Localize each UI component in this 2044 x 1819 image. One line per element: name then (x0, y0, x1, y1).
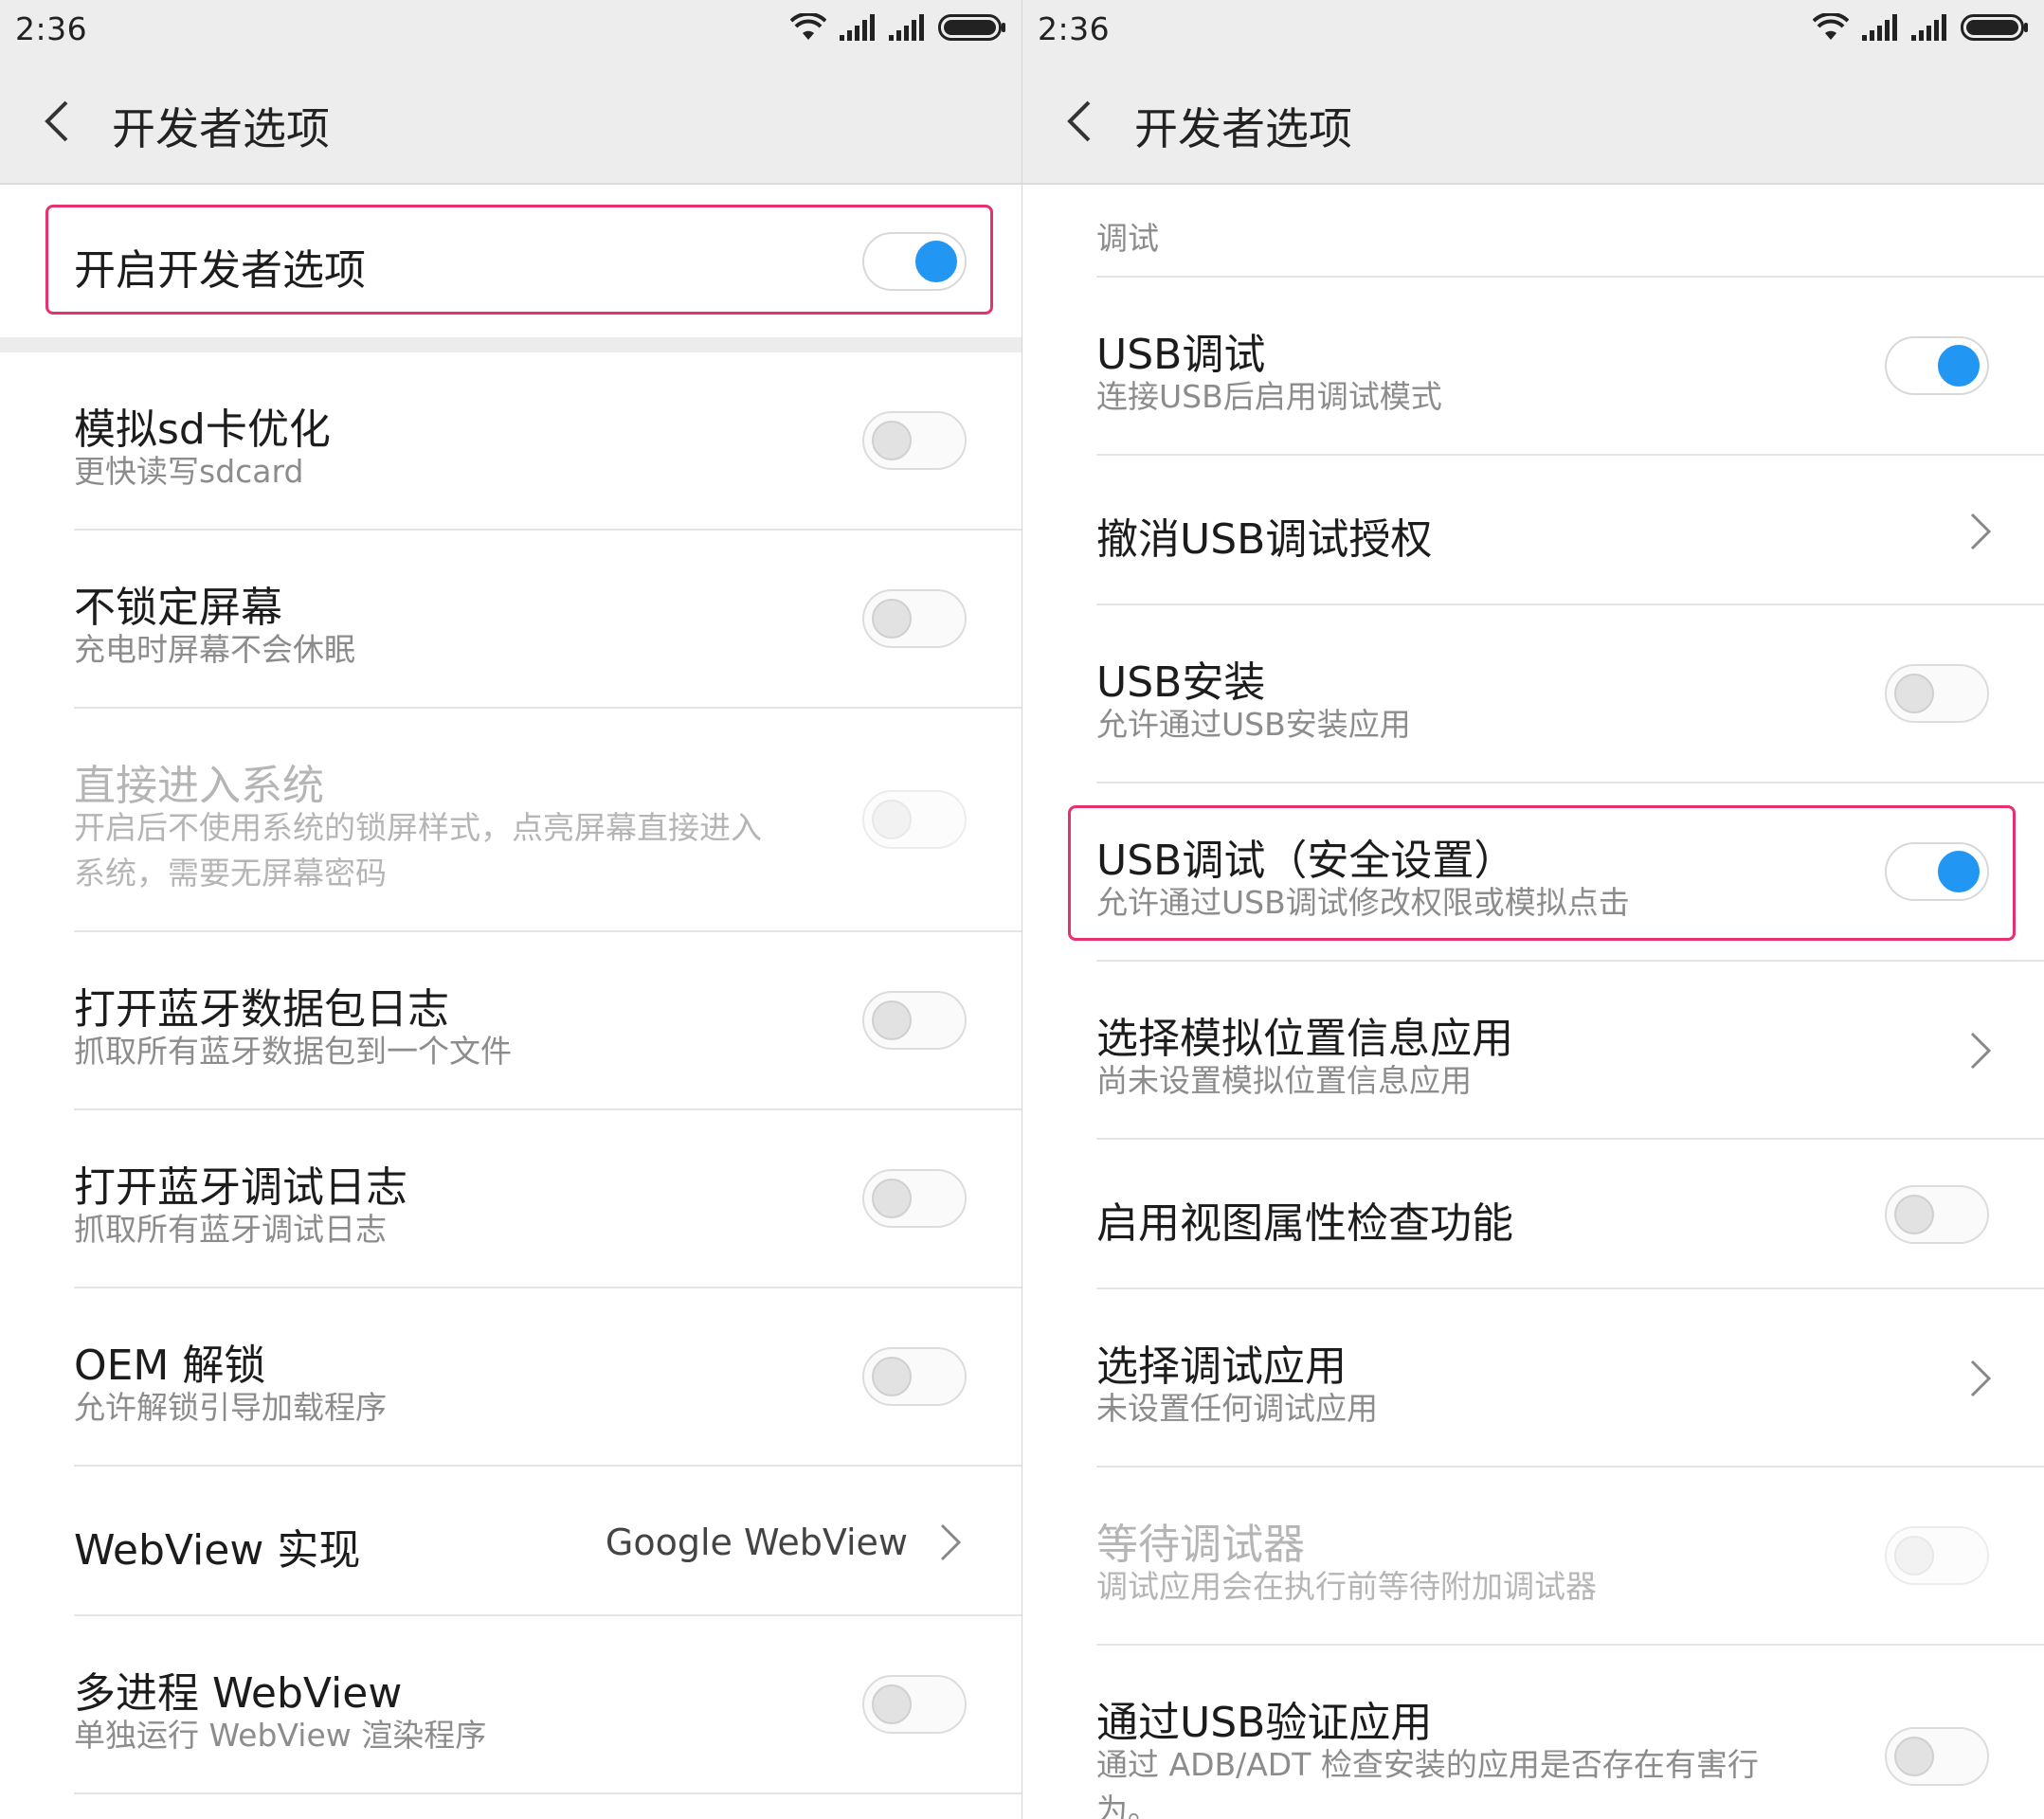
chevron-right-icon[interactable] (938, 1522, 965, 1563)
toggle-switch[interactable] (862, 1169, 967, 1228)
master-toggle-row[interactable]: 开启开发者选项 (0, 187, 1022, 338)
item-value: Google WebView (605, 1522, 908, 1563)
toggle-switch[interactable] (862, 991, 967, 1050)
item-title: 不锁定屏幕 (74, 584, 282, 632)
toggle-switch (862, 790, 967, 849)
list-item[interactable]: 不锁定屏幕 充电时屏幕不会休眠 (0, 531, 1022, 709)
item-title: OEM 解锁 (74, 1342, 266, 1390)
item-title: 打开蓝牙调试日志 (74, 1163, 407, 1212)
list-item[interactable]: 通过USB验证应用 通过 ADB/ADT 检查安装的应用是否存在有害行 为。 (1022, 1646, 2044, 1819)
list-item[interactable]: 选择模拟位置信息应用 尚未设置模拟位置信息应用 (1022, 962, 2044, 1140)
status-icons (790, 13, 1006, 42)
title-bar: 开发者选项 (0, 57, 1022, 185)
master-toggle-switch[interactable] (862, 232, 967, 291)
back-arrow-icon[interactable] (1060, 99, 1102, 144)
chevron-right-icon[interactable] (1968, 1358, 1995, 1399)
battery-icon (1961, 14, 2028, 41)
list-item[interactable]: USB调试（安全设置） 允许通过USB调试修改权限或模拟点击 (1022, 783, 2044, 962)
toggle-switch[interactable] (1885, 1727, 1989, 1786)
screenshot-pair: 2:36 开发者选项 开启开发者选项 模拟sd卡优化 更快读写sdcard 不锁 (0, 0, 2044, 1819)
item-subtitle: 允许解锁引导加载程序 (74, 1389, 387, 1426)
list-item[interactable]: USB安装 允许通过USB安装应用 (1022, 605, 2044, 783)
section-header: 调试 (1022, 187, 2044, 278)
list-item[interactable]: 撤消USB调试授权 (1022, 456, 2044, 605)
status-icons (1813, 13, 2029, 42)
signal-icon (889, 14, 924, 41)
item-subtitle: 为。 (1096, 1792, 1159, 1819)
item-title: USB调试 (1096, 331, 1266, 379)
item-subtitle: 开启后不使用系统的锁屏样式，点亮屏幕直接进入 (74, 809, 762, 846)
page-title: 开发者选项 (1134, 103, 1352, 154)
divider (0, 337, 1022, 352)
list-item[interactable]: OEM 解锁 允许解锁引导加载程序 (0, 1288, 1022, 1467)
item-subtitle: 抓取所有蓝牙数据包到一个文件 (74, 1033, 512, 1070)
item-title: 选择调试应用 (1096, 1342, 1347, 1391)
right-screen: 2:36 开发者选项 调试 USB调试 连接USB后启用调试模式 撤消USB调试… (1022, 0, 2044, 1819)
item-subtitle: 调试应用会在执行前等待附加调试器 (1096, 1568, 1597, 1605)
master-toggle-label: 开启开发者选项 (74, 246, 366, 295)
item-subtitle: 尚未设置模拟位置信息应用 (1096, 1062, 1472, 1099)
item-subtitle: 更快读写sdcard (74, 453, 304, 490)
item-title: 打开蓝牙数据包日志 (74, 985, 449, 1034)
item-title: 通过USB验证应用 (1096, 1699, 1433, 1747)
item-title: WebView 实现 (74, 1526, 361, 1575)
item-title: 直接进入系统 (74, 762, 324, 810)
list-item: 等待调试器 调试应用会在执行前等待附加调试器 (1022, 1468, 2044, 1646)
list-item[interactable]: 选择调试应用 未设置任何调试应用 (1022, 1289, 2044, 1468)
item-subtitle: 抓取所有蓝牙调试日志 (74, 1211, 387, 1248)
item-subtitle: 允许通过USB调试修改权限或模拟点击 (1096, 884, 1630, 921)
page-title: 开发者选项 (112, 103, 330, 154)
toggle-switch[interactable] (862, 1347, 967, 1406)
item-title: 撤消USB调试授权 (1096, 515, 1433, 564)
battery-icon (938, 14, 1005, 41)
signal-icon (840, 14, 875, 41)
wifi-icon (790, 13, 826, 40)
item-subtitle: 通过 ADB/ADT 检查安装的应用是否存在有害行 (1096, 1746, 1759, 1783)
wifi-icon (1813, 13, 1849, 40)
list-item[interactable]: 多进程 WebView 单独运行 WebView 渲染程序 (0, 1616, 1022, 1794)
item-subtitle: 系统，需要无屏幕密码 (74, 855, 387, 891)
toggle-switch[interactable] (1885, 664, 1989, 723)
status-bar: 2:36 (1022, 0, 2044, 57)
toggle-switch[interactable] (1885, 336, 1989, 395)
item-subtitle: 允许通过USB安装应用 (1096, 706, 1411, 743)
chevron-right-icon[interactable] (1968, 511, 1995, 552)
item-title: USB调试（安全设置） (1096, 837, 1516, 885)
chevron-right-icon[interactable] (1968, 1030, 1995, 1072)
item-title: 多进程 WebView (74, 1669, 403, 1718)
item-title: 选择模拟位置信息应用 (1096, 1015, 1513, 1063)
item-title: 模拟sd卡优化 (74, 405, 331, 454)
back-arrow-icon[interactable] (38, 99, 80, 144)
toggle-switch[interactable] (1885, 842, 1989, 901)
list-item: 直接进入系统 开启后不使用系统的锁屏样式，点亮屏幕直接进入 系统，需要无屏幕密码 (0, 709, 1022, 932)
list-item[interactable]: 打开蓝牙调试日志 抓取所有蓝牙调试日志 (0, 1110, 1022, 1288)
status-time: 2:36 (1038, 10, 1111, 47)
status-time: 2:36 (15, 10, 88, 47)
list-item[interactable]: 打开蓝牙数据包日志 抓取所有蓝牙数据包到一个文件 (0, 932, 1022, 1110)
signal-icon (1911, 14, 1946, 41)
list-item[interactable]: 启用视图属性检查功能 (1022, 1140, 2044, 1289)
title-bar: 开发者选项 (1022, 57, 2044, 185)
list-item[interactable]: 模拟sd卡优化 更快读写sdcard (0, 352, 1022, 531)
item-subtitle: 充电时屏幕不会休眠 (74, 631, 355, 668)
toggle-switch[interactable] (862, 411, 967, 470)
list-item[interactable]: USB调试 连接USB后启用调试模式 (1022, 278, 2044, 456)
left-screen: 2:36 开发者选项 开启开发者选项 模拟sd卡优化 更快读写sdcard 不锁 (0, 0, 1022, 1819)
item-subtitle: 单独运行 WebView 渲染程序 (74, 1717, 487, 1754)
status-bar: 2:36 (0, 0, 1022, 57)
item-title: 等待调试器 (1096, 1521, 1305, 1569)
item-subtitle: 连接USB后启用调试模式 (1096, 378, 1442, 415)
item-title: USB安装 (1096, 658, 1266, 707)
section-label: 调试 (1096, 220, 1159, 257)
item-title: 启用视图属性检查功能 (1096, 1199, 1513, 1248)
toggle-switch[interactable] (1885, 1185, 1989, 1244)
toggle-switch (1885, 1526, 1989, 1585)
toggle-switch[interactable] (862, 589, 967, 648)
signal-icon (1862, 14, 1897, 41)
list-item[interactable]: WebView 实现 Google WebView (0, 1467, 1022, 1616)
item-subtitle: 未设置任何调试应用 (1096, 1390, 1378, 1427)
toggle-switch[interactable] (862, 1675, 967, 1734)
